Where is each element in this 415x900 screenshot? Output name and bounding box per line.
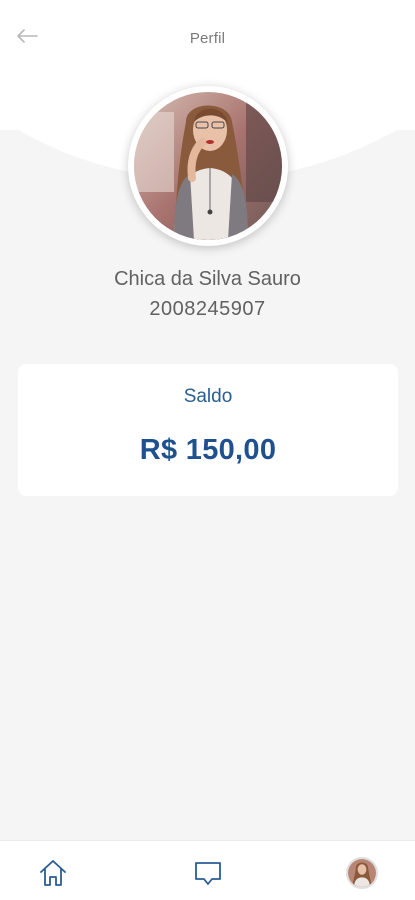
nav-chat-button[interactable] (188, 853, 228, 893)
user-name: Chica da Silva Sauro (114, 268, 301, 290)
balance-value: R$ 150,00 (139, 434, 277, 466)
bottom-nav (0, 840, 415, 900)
balance-card: Saldo R$ 150,00 (18, 364, 398, 496)
avatar (346, 857, 378, 889)
nav-home-button[interactable] (33, 853, 73, 893)
balance-label: Saldo (183, 386, 233, 407)
page-title: Perfil (189, 30, 226, 47)
user-id: 2008245907 (149, 298, 266, 320)
home-icon (40, 860, 66, 886)
header: Perfil (0, 0, 415, 76)
nav-profile-button[interactable] (342, 853, 382, 893)
profile-avatar (128, 86, 288, 246)
profile-photo (134, 92, 282, 240)
chat-icon (195, 862, 221, 885)
